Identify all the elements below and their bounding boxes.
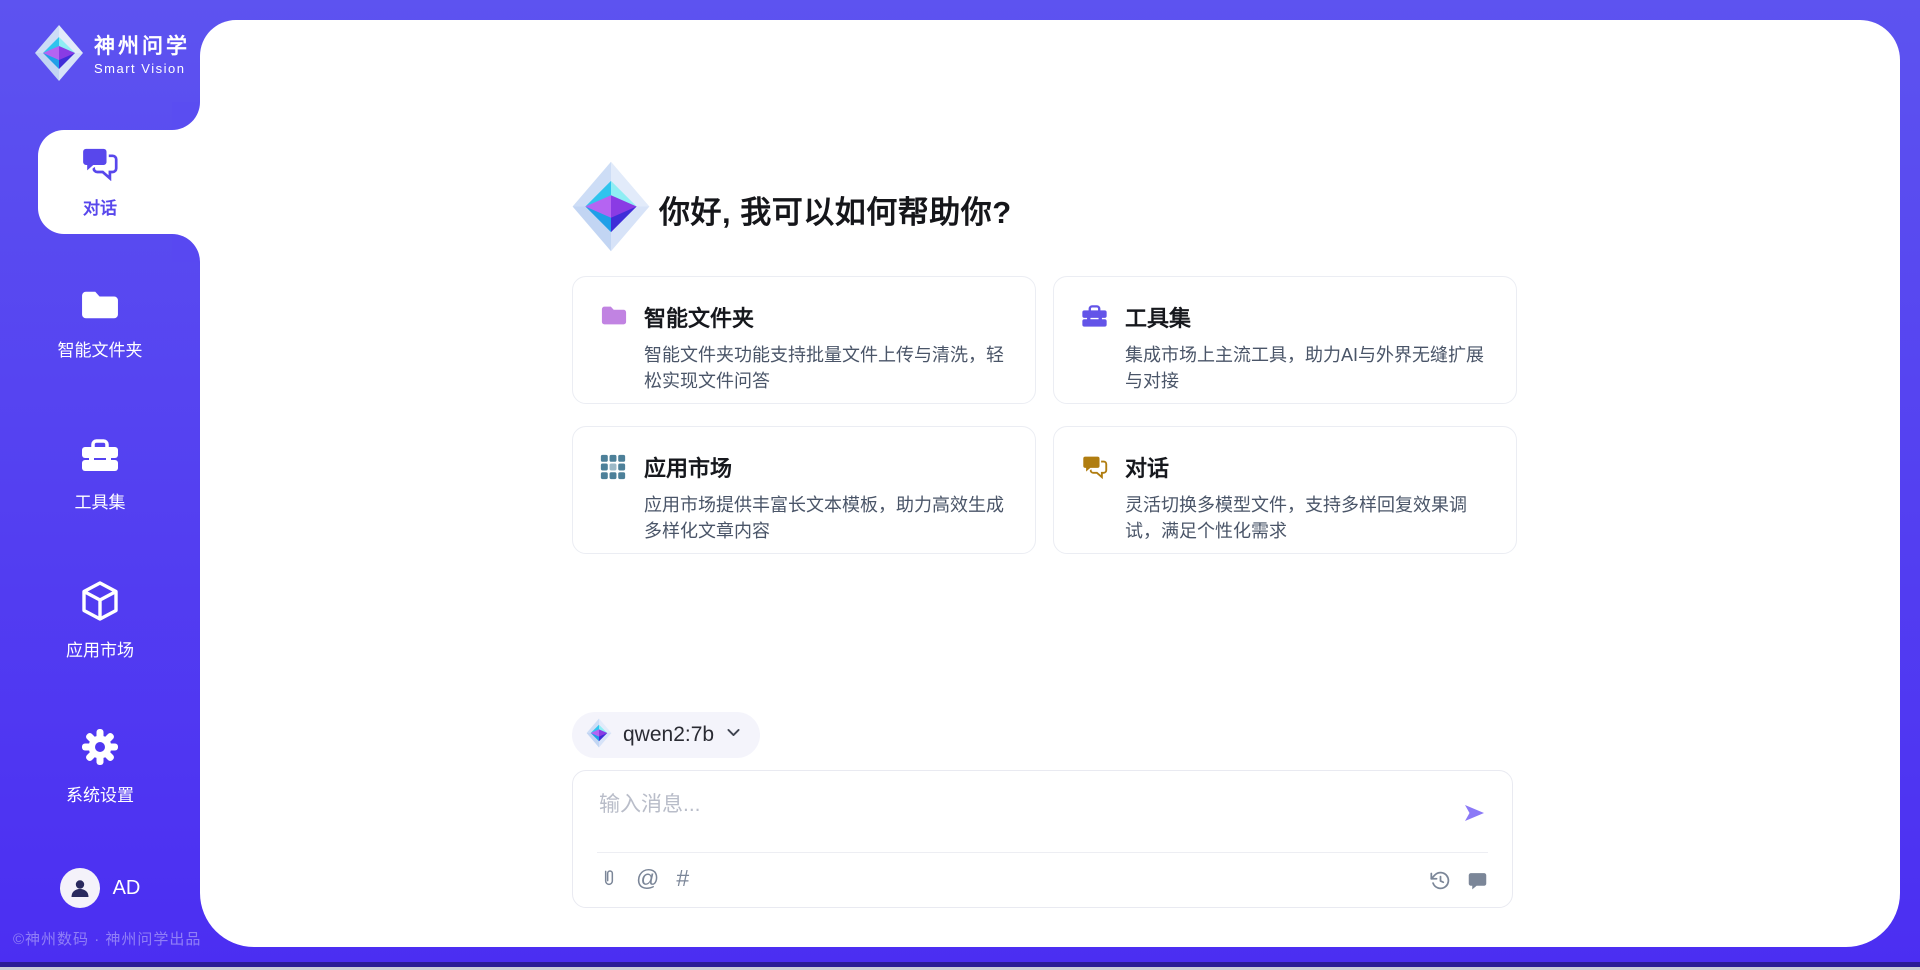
greeting: 你好, 我可以如何帮助你?	[571, 160, 1012, 258]
card-description: 应用市场提供丰富长文本模板，助力高效生成多样化文章内容	[644, 493, 1017, 544]
brand: 神州问学 Smart Vision	[34, 24, 190, 87]
card-description: 灵活切换多模型文件，支持多样回复效果调试，满足个性化需求	[1125, 493, 1498, 544]
greeting-text: 你好, 我可以如何帮助你?	[659, 187, 1012, 232]
brand-subtitle: Smart Vision	[94, 61, 190, 76]
toolbox-icon	[80, 438, 120, 479]
card-title: 应用市场	[644, 451, 1017, 483]
topic-icon[interactable]: #	[676, 867, 689, 890]
model-name: qwen2:7b	[623, 723, 714, 747]
sidebar-item-smart-folder[interactable]: 智能文件夹	[0, 288, 200, 361]
sidebar-item-label: 系统设置	[66, 781, 134, 806]
chat-icon	[1081, 451, 1109, 553]
toolbox-icon	[1081, 301, 1109, 403]
card-app-market[interactable]: 应用市场 应用市场提供丰富长文本模板，助力高效生成多样化文章内容	[572, 426, 1036, 554]
chevron-down-icon	[725, 724, 742, 746]
composer-divider	[597, 852, 1488, 853]
brand-diamond-icon	[586, 718, 612, 753]
folder-icon	[79, 288, 121, 327]
card-title: 对话	[1125, 451, 1498, 483]
cube-icon	[80, 580, 120, 627]
sidebar-item-chat[interactable]: 对话	[38, 130, 200, 234]
main-panel: 你好, 我可以如何帮助你? 智能文件夹 智能文件夹功能支持批量文件上传与清洗，轻…	[200, 20, 1900, 947]
feature-cards: 智能文件夹 智能文件夹功能支持批量文件上传与清洗，轻松实现文件问答 工具集 集成…	[572, 276, 1517, 554]
send-icon[interactable]	[1460, 801, 1488, 827]
card-chat[interactable]: 对话 灵活切换多模型文件，支持多样回复效果调试，满足个性化需求	[1053, 426, 1517, 554]
card-toolset[interactable]: 工具集 集成市场上主流工具，助力AI与外界无缝扩展与对接	[1053, 276, 1517, 404]
gear-icon	[80, 727, 120, 772]
chat-icon	[80, 145, 120, 186]
card-description: 智能文件夹功能支持批量文件上传与清洗，轻松实现文件问答	[644, 343, 1017, 394]
sidebar-footer: ©神州数码 · 神州问学出品	[13, 928, 201, 949]
history-icon[interactable]	[1430, 870, 1451, 891]
brand-diamond-icon	[34, 24, 84, 87]
message-icon[interactable]	[1467, 870, 1488, 891]
sidebar-item-label: 对话	[83, 194, 117, 219]
tab-fillet-bottom	[172, 234, 200, 262]
sidebar-item-toolset[interactable]: 工具集	[0, 438, 200, 513]
model-selector[interactable]: qwen2:7b	[572, 712, 760, 758]
card-description: 集成市场上主流工具，助力AI与外界无缝扩展与对接	[1125, 343, 1498, 394]
user-name: AD	[113, 877, 141, 900]
mention-icon[interactable]: @	[636, 867, 659, 890]
card-title: 智能文件夹	[644, 301, 1017, 333]
sidebar-item-label: 工具集	[75, 488, 126, 513]
card-smart-folder[interactable]: 智能文件夹 智能文件夹功能支持批量文件上传与清洗，轻松实现文件问答	[572, 276, 1036, 404]
grid-icon	[600, 451, 628, 553]
sidebar-item-settings[interactable]: 系统设置	[0, 727, 200, 806]
folder-icon	[600, 301, 628, 403]
message-composer: @ #	[572, 770, 1513, 908]
tab-fillet-top	[172, 102, 200, 130]
brand-name: 神州问学	[94, 35, 190, 58]
brand-diamond-icon	[571, 160, 651, 258]
attachment-icon[interactable]	[599, 867, 619, 890]
avatar	[60, 868, 100, 908]
message-input[interactable]	[599, 785, 1459, 825]
sidebar-item-label: 应用市场	[66, 636, 134, 661]
sidebar-item-label: 智能文件夹	[58, 336, 143, 361]
sidebar-item-app-market[interactable]: 应用市场	[0, 580, 200, 661]
card-title: 工具集	[1125, 301, 1498, 333]
user-account[interactable]: AD	[0, 868, 200, 908]
